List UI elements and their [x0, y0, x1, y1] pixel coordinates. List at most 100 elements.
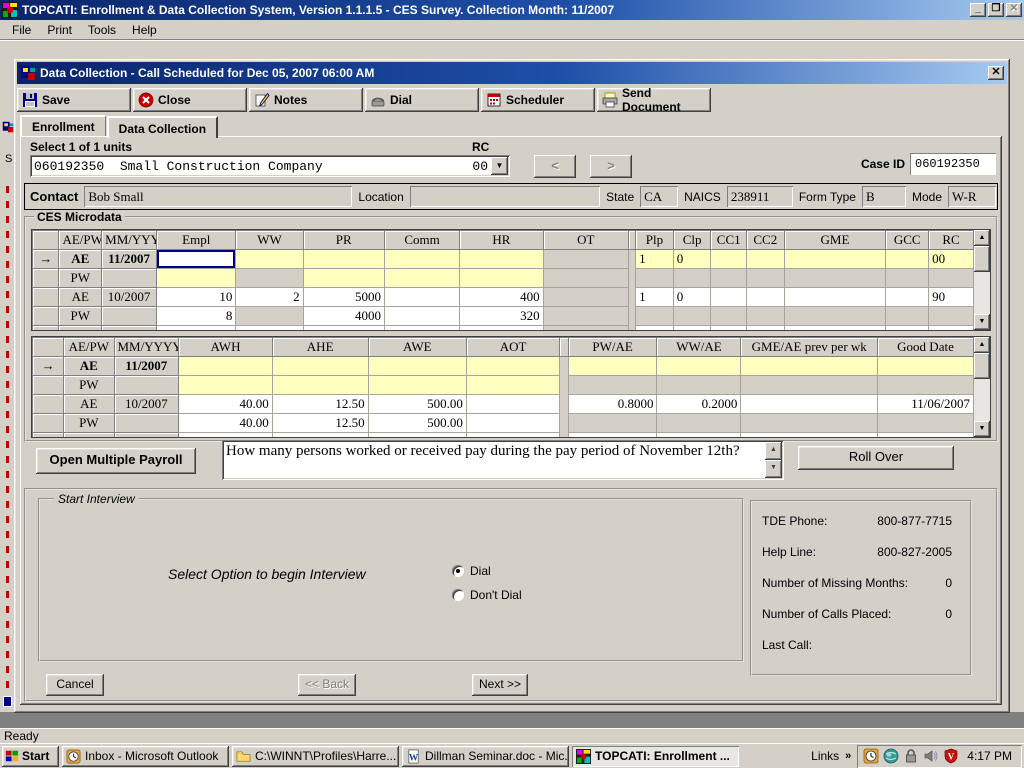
- restore-button[interactable]: ❐: [988, 3, 1004, 17]
- minimize-button[interactable]: _: [970, 3, 986, 17]
- grid-cell[interactable]: 0: [673, 250, 711, 269]
- grid-cell[interactable]: 1: [636, 250, 674, 269]
- grid-cell[interactable]: [384, 288, 459, 307]
- naics-field[interactable]: 238911: [727, 186, 793, 207]
- grid-cell[interactable]: [272, 433, 368, 439]
- grid-cell[interactable]: [886, 250, 929, 269]
- next-button[interactable]: Next >>: [472, 674, 528, 696]
- grid-cell[interactable]: [272, 357, 368, 376]
- grid-cell[interactable]: [236, 250, 303, 269]
- grid-cell[interactable]: [711, 269, 747, 288]
- grid-cell[interactable]: [711, 326, 747, 332]
- scheduler-button[interactable]: Scheduler: [481, 88, 595, 112]
- tab-data-collection[interactable]: Data Collection: [107, 116, 218, 138]
- grid-cell[interactable]: [466, 376, 560, 395]
- scroll-up-icon[interactable]: ▲: [974, 337, 990, 353]
- grid-cell[interactable]: 5000: [303, 288, 384, 307]
- lock-tray-icon[interactable]: [903, 748, 919, 764]
- grid-cell[interactable]: [384, 307, 459, 326]
- grid-cell[interactable]: [741, 414, 878, 433]
- scroll-up-icon[interactable]: ▲: [974, 230, 990, 246]
- grid-cell[interactable]: [657, 357, 741, 376]
- grid-cell[interactable]: [886, 326, 929, 332]
- grid-cell[interactable]: [303, 326, 384, 332]
- grid-cell[interactable]: 0.2000: [657, 395, 741, 414]
- roll-over-button[interactable]: Roll Over: [798, 446, 954, 470]
- grid-cell[interactable]: [460, 269, 543, 288]
- grid-cell[interactable]: [568, 433, 657, 439]
- taskbar-button-outlook[interactable]: Inbox - Microsoft Outlook: [62, 746, 229, 767]
- menu-file[interactable]: File: [4, 21, 39, 39]
- grid-cell[interactable]: [657, 376, 741, 395]
- grid-cell[interactable]: [747, 250, 785, 269]
- grid-cell[interactable]: [368, 357, 466, 376]
- grid-cell[interactable]: [384, 326, 459, 332]
- dial-button[interactable]: Dial: [365, 88, 479, 112]
- next-unit-button[interactable]: >: [590, 155, 632, 178]
- grid-cell[interactable]: [878, 357, 974, 376]
- grid-cell[interactable]: [886, 307, 929, 326]
- grid-cell[interactable]: 00: [929, 250, 974, 269]
- grid-cell[interactable]: [878, 414, 974, 433]
- taskbar-button-app[interactable]: TOPCATI: Enrollment ...: [572, 746, 739, 767]
- scroll-thumb[interactable]: [974, 353, 990, 379]
- grid-cell[interactable]: [543, 288, 628, 307]
- grid-cell[interactable]: [673, 269, 711, 288]
- grid-cell[interactable]: [711, 288, 747, 307]
- prev-unit-button[interactable]: <: [534, 155, 576, 178]
- grid-cell[interactable]: [236, 269, 303, 288]
- question-scroll-down-icon[interactable]: ▼: [765, 460, 782, 478]
- grid2-scrollbar[interactable]: ▲ ▼: [974, 337, 990, 437]
- grid-cell[interactable]: [673, 307, 711, 326]
- contact-field[interactable]: Bob Small: [84, 186, 352, 207]
- scroll-down-icon[interactable]: ▼: [974, 314, 990, 330]
- grid-cell[interactable]: 12.50: [272, 395, 368, 414]
- notes-button[interactable]: Notes: [249, 88, 363, 112]
- grid-cell[interactable]: [568, 357, 657, 376]
- grid-cell[interactable]: [157, 269, 236, 288]
- grid-cell[interactable]: [878, 376, 974, 395]
- grid-cell[interactable]: [543, 307, 628, 326]
- grid-cell[interactable]: [886, 269, 929, 288]
- grid-cell[interactable]: [657, 414, 741, 433]
- question-scroll-up-icon[interactable]: ▲: [765, 442, 782, 460]
- grid-cell[interactable]: 12.50: [272, 414, 368, 433]
- grid-cell[interactable]: [711, 250, 747, 269]
- grid-cell[interactable]: [784, 288, 886, 307]
- form-type-field[interactable]: B: [862, 186, 906, 207]
- grid-cell[interactable]: [179, 376, 273, 395]
- menu-print[interactable]: Print: [39, 21, 80, 39]
- grid-cell[interactable]: 90: [929, 288, 974, 307]
- grid-cell[interactable]: [179, 433, 273, 439]
- grid-cell[interactable]: [543, 269, 628, 288]
- grid-cell[interactable]: 320: [460, 307, 543, 326]
- back-button[interactable]: << Back: [298, 674, 356, 696]
- grid-cell[interactable]: 0.8000: [568, 395, 657, 414]
- grid-cell[interactable]: [466, 357, 560, 376]
- cancel-button[interactable]: Cancel: [46, 674, 104, 696]
- grid-cell[interactable]: [741, 395, 878, 414]
- grid-cell[interactable]: 4000: [303, 307, 384, 326]
- grid-cell[interactable]: [543, 326, 628, 332]
- grid-cell[interactable]: [784, 307, 886, 326]
- question-box[interactable]: How many persons worked or received pay …: [222, 440, 784, 480]
- grid-cell[interactable]: [236, 307, 303, 326]
- grid-cell[interactable]: [636, 307, 674, 326]
- grid-cell[interactable]: 2: [236, 288, 303, 307]
- grid-cell[interactable]: 0: [673, 288, 711, 307]
- grid-cell[interactable]: [741, 376, 878, 395]
- grid-cell[interactable]: 500.00: [368, 395, 466, 414]
- grid-cell[interactable]: 0: [673, 326, 711, 332]
- grid-cell[interactable]: [236, 326, 303, 332]
- grid-cell[interactable]: [741, 433, 878, 439]
- grid-cell[interactable]: 400: [460, 288, 543, 307]
- grid-cell[interactable]: 11/06/2007: [878, 395, 974, 414]
- grid1-scrollbar[interactable]: ▲ ▼: [974, 230, 990, 330]
- tab-enrollment[interactable]: Enrollment: [20, 115, 106, 136]
- grid-cell[interactable]: [466, 395, 560, 414]
- globe-tray-icon[interactable]: [883, 748, 899, 764]
- close-button[interactable]: ✕: [1006, 3, 1022, 17]
- grid-cell[interactable]: [543, 250, 628, 269]
- scroll-thumb[interactable]: [974, 246, 990, 272]
- grid-cell[interactable]: 500.00: [368, 414, 466, 433]
